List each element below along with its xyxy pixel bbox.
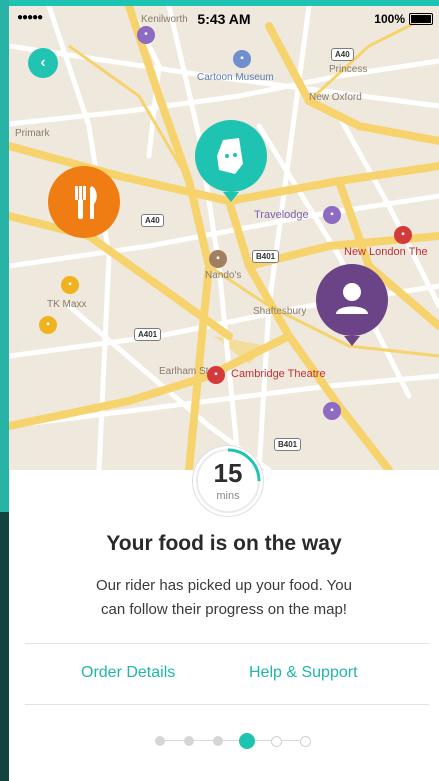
map-label: New Oxford <box>309 92 362 103</box>
road-shield: B401 <box>274 438 302 451</box>
road-shield: A40 <box>141 214 164 227</box>
map-label: Cartoon Museum <box>197 72 274 83</box>
road-shield: B401 <box>252 250 280 263</box>
status-message-line: Our rider has picked up your food. You <box>96 577 352 594</box>
eta-timer: 15 mins <box>193 446 263 516</box>
map-label: Cambridge Theatre <box>231 368 326 380</box>
restaurant-marker[interactable] <box>48 166 120 238</box>
device-frame-left <box>0 0 9 781</box>
divider <box>25 704 429 705</box>
restaurant-poi-icon[interactable]: ▪ <box>209 250 227 268</box>
rider-marker[interactable] <box>316 264 388 346</box>
page-dot[interactable] <box>184 736 194 746</box>
map-label: Earlham St <box>159 366 209 377</box>
shop-icon[interactable]: ▪ <box>61 276 79 294</box>
eta-minutes: 15 <box>213 458 243 488</box>
page-dot[interactable] <box>155 736 165 746</box>
fork-knife-icon <box>75 186 97 219</box>
map-label: Princess <box>329 64 368 75</box>
back-arrow-icon: ‹ <box>40 54 46 71</box>
map-label: Nando's <box>205 270 242 281</box>
device-frame-shadow <box>0 512 9 781</box>
map-label: Travelodge <box>254 209 309 221</box>
map-label: New London The <box>344 246 428 258</box>
back-button[interactable]: ‹ <box>28 48 58 78</box>
map-label: Shaftesbury <box>253 306 307 317</box>
phone-screen: Kenilworth Cartoon Museum New Oxford Pri… <box>9 6 439 781</box>
battery-icon <box>409 13 433 25</box>
status-title: Your food is on the way <box>106 532 342 555</box>
status-bar: ●●●●● 5:43 AM 100% <box>9 6 439 30</box>
museum-icon[interactable]: ▪ <box>233 50 251 68</box>
road-shield: A40 <box>331 48 354 61</box>
shop-icon[interactable]: ▪ <box>39 316 57 334</box>
theatre-icon[interactable]: ▪ <box>394 226 412 244</box>
divider <box>25 643 429 644</box>
map-label: Primark <box>15 128 50 139</box>
battery-percent: 100% <box>374 12 405 26</box>
page-dot-active[interactable] <box>239 733 255 749</box>
page-dot[interactable] <box>300 736 311 747</box>
eta-unit: mins <box>216 490 240 502</box>
help-support-link[interactable]: Help & Support <box>249 664 358 682</box>
marker-pointer <box>223 192 239 202</box>
map-view[interactable]: Kenilworth Cartoon Museum New Oxford Pri… <box>9 6 439 470</box>
page-dot[interactable] <box>213 736 223 746</box>
marker-pointer <box>344 336 360 346</box>
hotel-icon[interactable]: ▪ <box>323 206 341 224</box>
order-details-link[interactable]: Order Details <box>81 664 175 682</box>
theatre-icon[interactable]: ▪ <box>207 366 225 384</box>
status-message: Our rider has picked up your food. You c… <box>49 574 399 622</box>
page-dot[interactable] <box>271 736 282 747</box>
status-message-line: can follow their progress on the map! <box>101 601 347 618</box>
user-icon <box>336 283 368 314</box>
deliveroo-marker[interactable] <box>195 120 267 202</box>
poi-icon[interactable]: ▪ <box>323 402 341 420</box>
map-label: TK Maxx <box>47 299 87 310</box>
deliveroo-kangaroo-icon <box>217 138 243 174</box>
road-shield: A401 <box>134 328 162 341</box>
page-indicator <box>147 733 311 749</box>
